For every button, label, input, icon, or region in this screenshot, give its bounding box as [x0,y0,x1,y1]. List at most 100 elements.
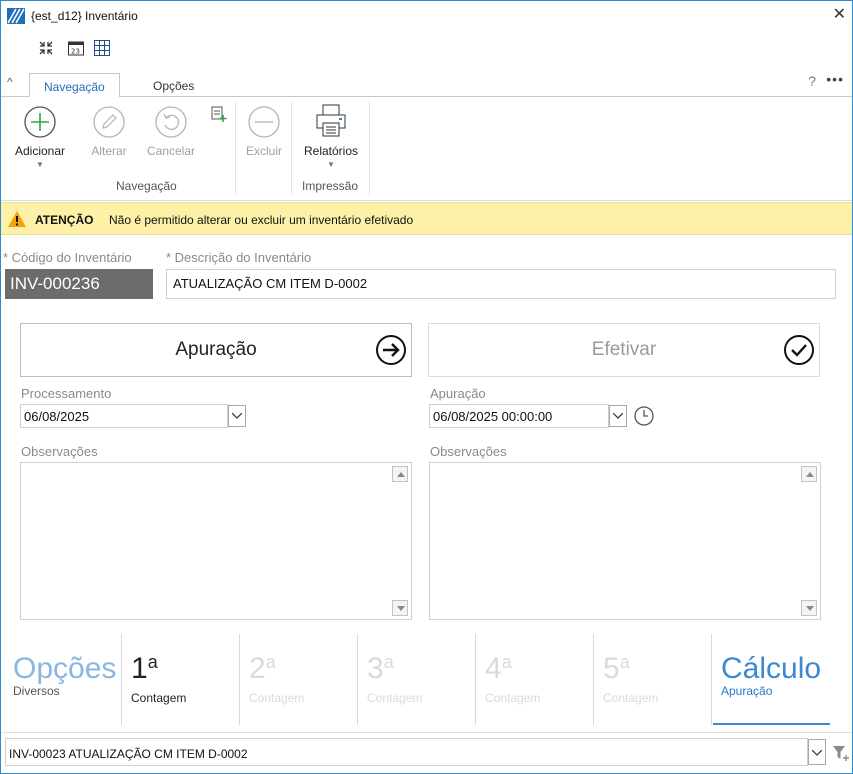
observacoes-left-field[interactable] [20,462,412,620]
plus-circle-icon [24,106,56,138]
triangle-up-icon [397,472,405,477]
apuracao-date-field[interactable]: 06/08/2025 00:00:00 [429,404,609,428]
tab-navegacao[interactable]: Navegação [29,73,120,98]
step-calculo-apuracao[interactable]: Cálculo Apuração [713,634,830,725]
ribbon-body: Adicionar ▼ Alterar Cancelar Navegação E… [1,97,852,201]
step-number: 5a [603,652,630,686]
step-number-value: 3 [367,652,384,685]
svg-text:23: 23 [71,48,80,56]
chevron-down-icon [812,750,822,756]
step-ordinal: a [501,652,512,672]
step-subtitle: Contagem [131,691,187,705]
triangle-down-icon [806,606,814,611]
cancelar-button[interactable]: Cancelar [142,105,200,158]
impressao-group-label: Impressão [302,179,359,193]
step-title: Cálculo [721,652,822,685]
window: {est_d12} Inventário ✕ 23 ^ Navegação Op… [0,0,853,774]
filter-icon[interactable] [832,744,850,762]
scroll-down-button[interactable] [392,600,408,616]
excluir-label: Excluir [245,144,282,158]
step-ordinal: a [383,652,394,672]
ribbon-separator [291,101,292,195]
scroll-up-button[interactable] [392,466,408,482]
relatorios-label: Relatórios [303,144,359,158]
chevron-down-icon [232,413,242,419]
processamento-dropdown-button[interactable] [228,405,246,427]
code-field: INV-000236 [5,269,153,299]
step-subtitle: Diversos [13,684,60,698]
step-subtitle: Apuração [721,684,773,698]
step-number: 2a [249,652,276,686]
apuracao-button[interactable]: Apuração [20,323,412,377]
step-contagem-4[interactable]: 4a Contagem [477,634,594,725]
step-number-value: 1 [131,652,148,685]
more-options-button[interactable]: ••• [826,71,844,87]
scroll-down-button[interactable] [801,600,817,616]
scroll-up-button[interactable] [801,466,817,482]
apuracao-dropdown-button[interactable] [609,405,627,427]
chevron-down-icon [613,413,623,419]
efetivar-button-label: Efetivar [591,339,657,360]
step-contagem-3[interactable]: 3a Contagem [359,634,476,725]
excluir-button[interactable]: Excluir [241,105,287,158]
navegacao-group-label: Navegação [116,179,177,193]
apuracao-date-label: Apuração [430,386,486,401]
record-lookup-dropdown-button[interactable] [808,739,826,765]
relatorios-dropdown-arrow[interactable]: ▼ [297,160,365,169]
efetivar-button[interactable]: Efetivar [428,323,820,377]
step-ordinal: a [619,652,630,672]
check-circle-icon [784,335,814,365]
minus-circle-icon [248,106,280,138]
app-logo-icon [7,8,25,24]
ribbon-collapse-button[interactable]: ^ [7,75,13,89]
close-button[interactable]: ✕ [833,5,846,25]
step-subtitle: Contagem [249,691,305,705]
step-strip: Opções Diversos 1a Contagem 2a Contagem … [5,634,832,725]
tab-opcoes[interactable]: Opções [139,73,208,98]
description-field[interactable]: ATUALIZAÇÃO CM ITEM D-0002 [166,269,836,299]
step-number-value: 4 [485,652,502,685]
step-ordinal: a [147,652,158,672]
step-subtitle: Contagem [603,691,659,705]
clock-icon[interactable] [633,405,655,427]
triangle-up-icon [806,472,814,477]
grid-icon[interactable] [93,39,111,57]
triangle-down-icon [397,606,405,611]
record-lookup-bar: INV-00023 ATUALIZAÇÃO CM ITEM D-0002 [1,732,852,772]
step-subtitle: Contagem [485,691,541,705]
step-contagem-2[interactable]: 2a Contagem [241,634,358,725]
printer-icon [316,104,346,137]
step-contagem-5[interactable]: 5a Contagem [595,634,712,725]
step-number: 3a [367,652,394,686]
warning-icon [8,211,26,227]
help-button[interactable]: ? [808,73,816,89]
step-number: 4a [485,652,512,686]
arrow-right-circle-icon [376,335,406,365]
adicionar-label: Adicionar [14,144,66,158]
record-lookup-field[interactable]: INV-00023 ATUALIZAÇÃO CM ITEM D-0002 [5,738,808,766]
step-number: 1a [131,652,158,686]
relatorios-button[interactable]: Relatórios ▼ [297,103,365,169]
adicionar-dropdown-arrow[interactable]: ▼ [7,160,73,169]
alterar-label: Alterar [91,144,127,158]
apuracao-button-label: Apuração [175,339,257,360]
adicionar-button[interactable]: Adicionar ▼ [7,105,73,169]
step-opcoes-diversos[interactable]: Opções Diversos [5,634,122,725]
collapse-arrows-icon[interactable] [37,39,55,57]
observacoes-right-field[interactable] [429,462,821,620]
step-subtitle: Contagem [367,691,423,705]
clipboard-add-icon[interactable] [210,105,228,123]
alterar-button[interactable]: Alterar [85,105,133,158]
calendar-icon[interactable]: 23 [67,39,85,57]
description-label: * Descrição do Inventário [166,250,312,265]
pencil-circle-icon [93,106,125,138]
title-bar: {est_d12} Inventário ✕ [1,1,852,31]
processamento-label: Processamento [21,386,112,401]
step-number-value: 5 [603,652,620,685]
step-contagem-1[interactable]: 1a Contagem [123,634,240,725]
warning-text: Não é permitido alterar ou excluir um in… [109,213,414,227]
processamento-date-field[interactable]: 06/08/2025 [20,404,228,428]
warning-banner: ATENÇÃO Não é permitido alterar ou exclu… [1,202,852,235]
ribbon-separator [235,101,236,195]
cancelar-label: Cancelar [146,144,196,158]
